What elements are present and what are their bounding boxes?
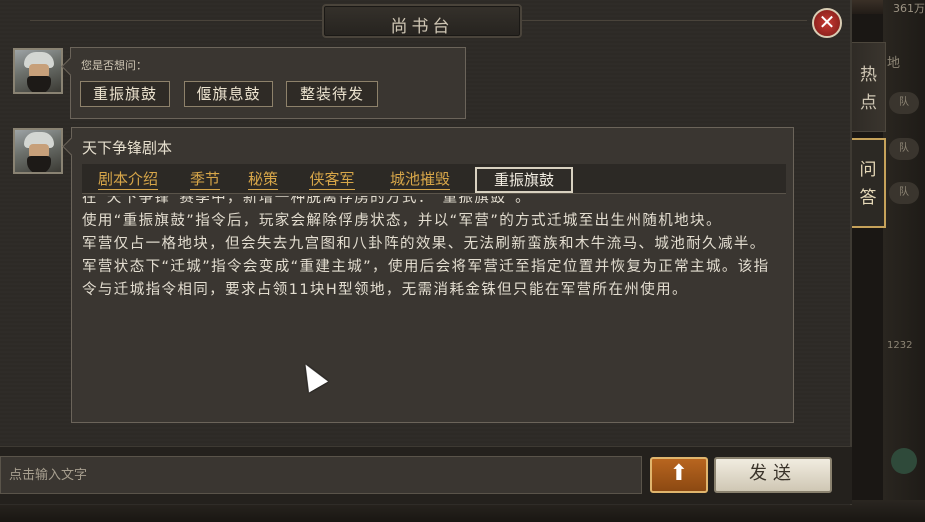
tab-hot-topics[interactable]: 热点 bbox=[852, 42, 886, 132]
advisor-avatar bbox=[13, 48, 63, 94]
answer-paragraph: 在“天下争锋”赛季中，新增一种脱离俘虏的方式：“重振旗鼓”。 bbox=[82, 196, 532, 206]
answer-paragraph: 军营仅占一格地块，但会失去九宫图和八卦阵的效果、无法刷新蛮族和木牛流马、城池耐久… bbox=[82, 236, 766, 252]
close-button[interactable]: ✕ bbox=[812, 8, 842, 38]
shangshutai-panel: 尚书台 ✕ 您是否想问： 重振旗鼓 偃旗息鼓 整装待发 天下争锋剧本 剧本介绍 … bbox=[0, 0, 852, 505]
chat-input-bar: ⬆ 发送 bbox=[0, 446, 852, 504]
advisor-avatar bbox=[13, 128, 63, 174]
answer-paragraph: 军营状态下“迁城”指令会变成“重建主城”，使用后会将军营迁至指定位置并恢复为正常… bbox=[82, 259, 770, 298]
answer-paragraph: 使用“重振旗鼓”指令后，玩家会解除俘虏状态，并以“军营”的方式迁城至出生州随机地… bbox=[82, 213, 722, 229]
title-divider-right bbox=[522, 20, 807, 21]
side-label: 地 bbox=[887, 56, 901, 71]
tab-qa[interactable]: 问答 bbox=[852, 138, 886, 228]
title-plate: 尚书台 bbox=[322, 4, 522, 38]
tab-secret-plan[interactable]: 秘策 bbox=[242, 167, 284, 193]
answer-bubble: 天下争锋剧本 剧本介绍 季节 秘策 侠客军 城池摧毁 重振旗鼓 在“天下争锋”赛… bbox=[71, 127, 794, 423]
tab-script-intro[interactable]: 剧本介绍 bbox=[86, 167, 170, 193]
map-icon bbox=[891, 448, 917, 474]
map-counter: 1232 bbox=[887, 340, 913, 351]
suggestion-chip[interactable]: 重振旗鼓 bbox=[80, 81, 170, 107]
troop-row: 队 bbox=[889, 182, 919, 204]
send-button[interactable]: 发送 bbox=[714, 457, 832, 493]
arrow-up-icon: ⬆ bbox=[669, 461, 689, 486]
troop-row: 队 bbox=[889, 138, 919, 160]
suggestion-chip[interactable]: 整装待发 bbox=[286, 81, 378, 107]
tab-regroup[interactable]: 重振旗鼓 bbox=[475, 167, 573, 193]
suggestion-prompt: 您是否想问： bbox=[81, 59, 147, 72]
window-title: 尚书台 bbox=[390, 17, 454, 37]
suggestion-bubble: 您是否想问： 重振旗鼓 偃旗息鼓 整装待发 bbox=[70, 47, 466, 119]
troop-row: 队 bbox=[889, 92, 919, 114]
close-icon: ✕ bbox=[818, 10, 836, 34]
answer-content: 在“天下争锋”赛季中，新增一种脱离俘虏的方式：“重振旗鼓”。 使用“重振旗鼓”指… bbox=[82, 196, 782, 392]
answer-title: 天下争锋剧本 bbox=[82, 139, 173, 157]
tab-city-destroy[interactable]: 城池摧毁 bbox=[378, 167, 462, 193]
background-map-panel: 361万 地 队 队 队 1232 bbox=[883, 0, 925, 522]
tab-knight-army[interactable]: 侠客军 bbox=[300, 167, 364, 193]
tab-season[interactable]: 季节 bbox=[184, 167, 226, 193]
chat-input[interactable] bbox=[0, 456, 642, 494]
suggestion-chip[interactable]: 偃旗息鼓 bbox=[184, 81, 273, 107]
title-divider-left bbox=[30, 20, 322, 21]
money-readout: 361万 bbox=[893, 2, 925, 15]
answer-tab-bar: 剧本介绍 季节 秘策 侠客军 城池摧毁 重振旗鼓 bbox=[82, 164, 786, 194]
up-button[interactable]: ⬆ bbox=[650, 457, 708, 493]
